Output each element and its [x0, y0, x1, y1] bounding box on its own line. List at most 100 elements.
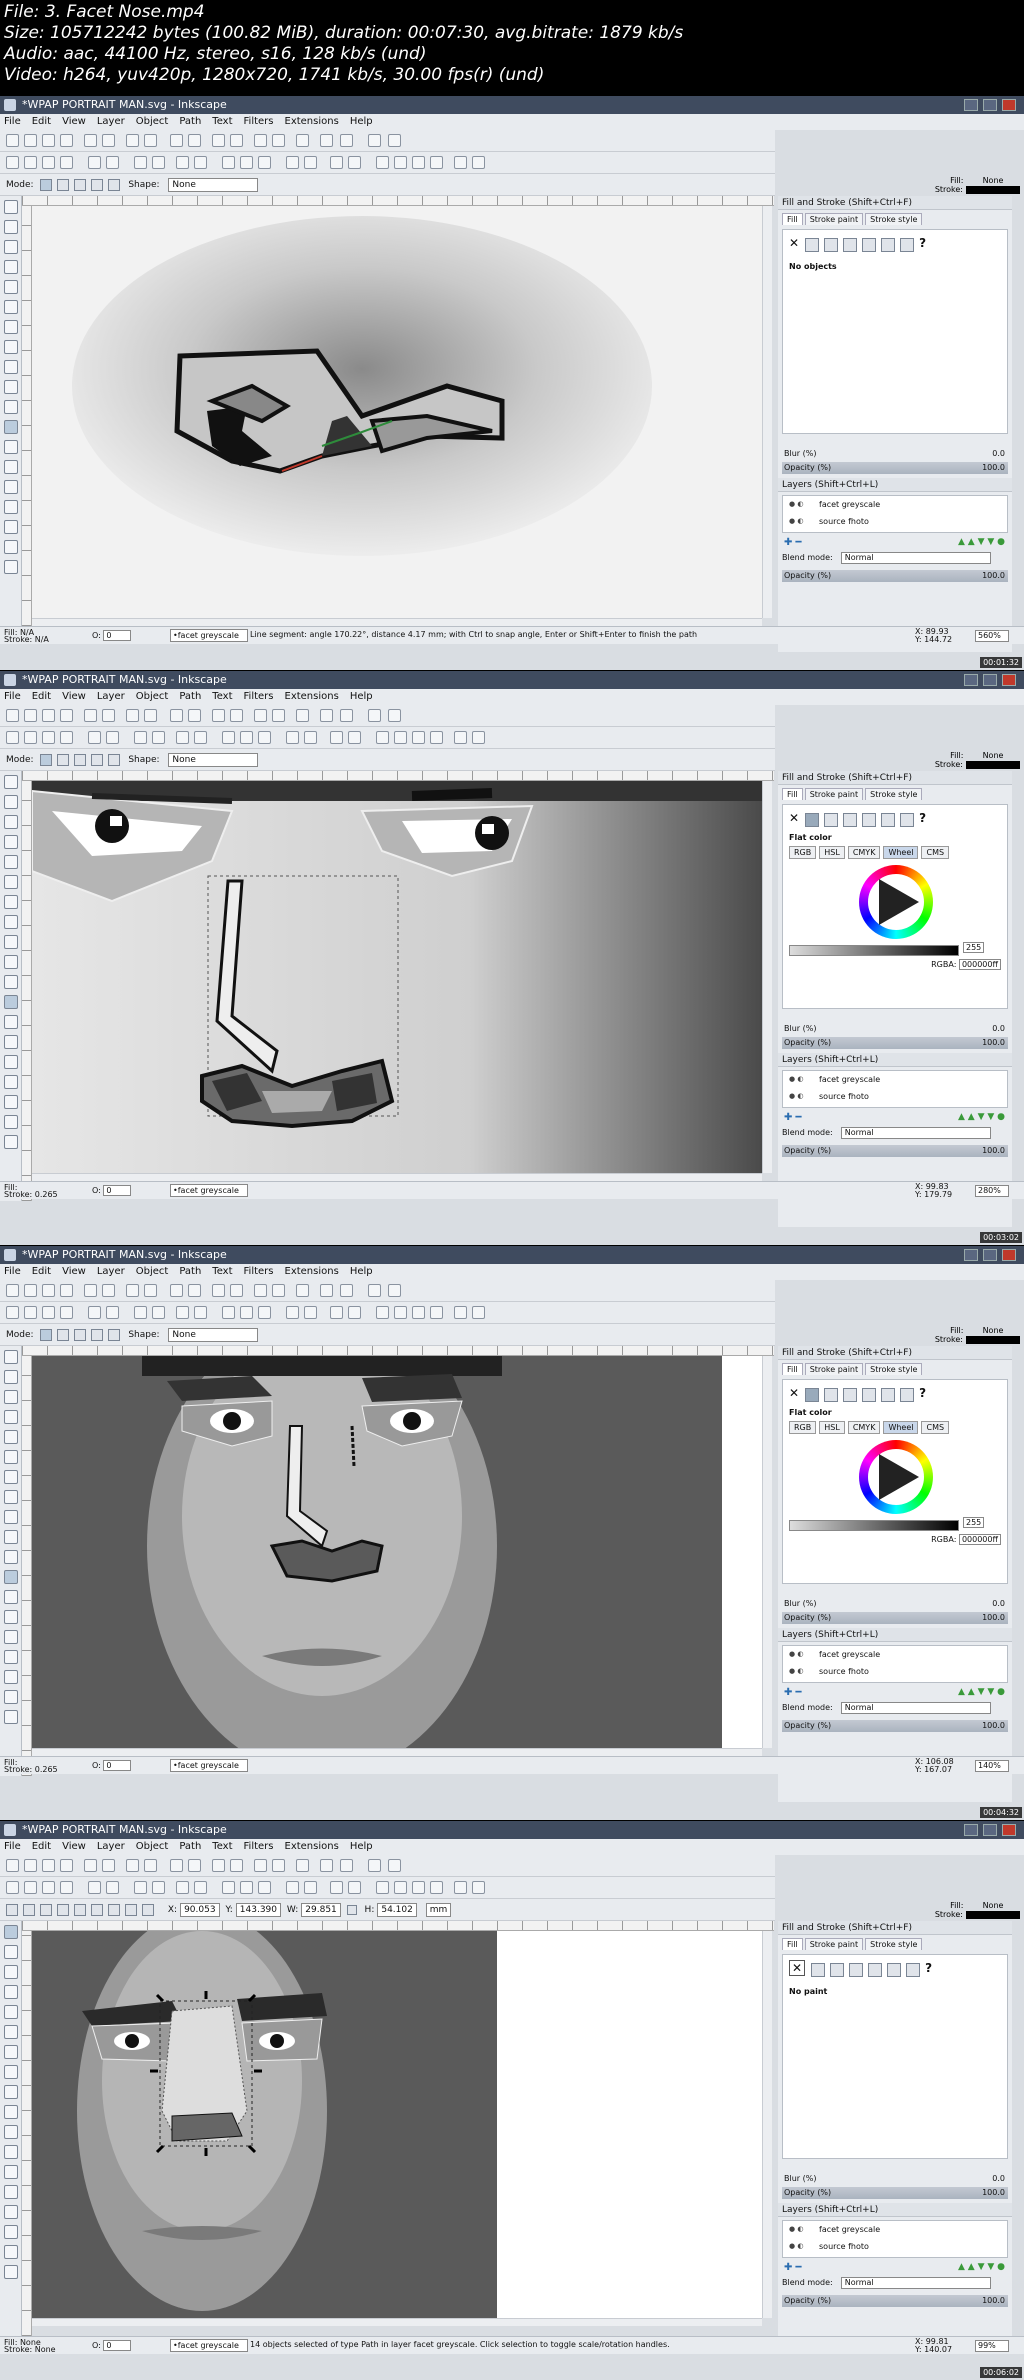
export-icon[interactable]	[106, 731, 119, 744]
spiro-mode-icon[interactable]	[57, 178, 70, 191]
import-icon[interactable]	[88, 156, 101, 169]
spiral-tool-icon[interactable]	[4, 380, 18, 394]
copy-icon[interactable]	[176, 1881, 189, 1894]
tab-stroke-paint[interactable]: Stroke paint	[804, 1363, 864, 1375]
text-tool-icon[interactable]	[4, 1610, 18, 1624]
duplicate-icon[interactable]	[286, 156, 299, 169]
pattern-icon[interactable]	[881, 1387, 896, 1402]
tool-icon[interactable]	[144, 1859, 157, 1872]
zoom-tool-icon[interactable]	[4, 835, 18, 849]
layer-row[interactable]: source fhoto	[783, 513, 1007, 530]
current-layer-select[interactable]: •facet greyscale	[170, 1184, 248, 1197]
menu-filters[interactable]: Filters	[244, 116, 274, 127]
export-icon[interactable]	[106, 156, 119, 169]
ungroup-icon[interactable]	[348, 731, 361, 744]
tool-icon[interactable]	[212, 134, 225, 147]
opacity-field[interactable]: O: 0	[92, 1760, 132, 1771]
bezier-mode-icon[interactable]	[40, 753, 53, 766]
text-icon[interactable]	[394, 1306, 407, 1319]
menu-help[interactable]: Help	[350, 691, 373, 702]
opacity-input[interactable]: 0	[103, 1185, 132, 1196]
color-wheel[interactable]	[859, 864, 933, 939]
zoom-tool-icon[interactable]	[4, 1410, 18, 1424]
ellipse-tool-icon[interactable]	[4, 1490, 18, 1504]
tool-icon[interactable]	[42, 134, 55, 147]
tweak-tool-icon[interactable]	[4, 1965, 18, 1979]
open-icon[interactable]	[24, 1306, 37, 1319]
blend-select[interactable]: Normal	[840, 1702, 991, 1714]
blur-slider[interactable]: Blur (%) 0.0	[782, 1023, 1008, 1035]
tool-icon[interactable]	[126, 1859, 139, 1872]
tweak-tool-icon[interactable]	[4, 240, 18, 254]
align-icon[interactable]	[454, 156, 467, 169]
opacity-slider[interactable]: Opacity (%) 100.0	[782, 2187, 1008, 2199]
rotate-cw-icon[interactable]	[74, 1903, 86, 1916]
menu-layer[interactable]: Layer	[97, 1841, 125, 1852]
vertical-scrollbar[interactable]	[762, 206, 772, 618]
flat-color-icon[interactable]	[805, 237, 820, 252]
menu-filters[interactable]: Filters	[244, 691, 274, 702]
tool-icon[interactable]	[272, 1284, 285, 1297]
tab-fill[interactable]: Fill	[782, 213, 803, 225]
bspline-mode-icon[interactable]	[74, 753, 87, 766]
tab-stroke-style[interactable]: Stroke style	[865, 788, 923, 800]
tab-stroke-paint[interactable]: Stroke paint	[804, 788, 864, 800]
zoom-icon[interactable]	[240, 731, 253, 744]
tab-stroke-paint[interactable]: Stroke paint	[804, 213, 864, 225]
swatch-icon[interactable]	[906, 1962, 921, 1977]
opacity-input[interactable]: 0	[103, 1760, 132, 1771]
shape-select[interactable]: None	[168, 752, 259, 767]
zoom-icon[interactable]	[240, 1306, 253, 1319]
open-icon[interactable]	[24, 1881, 37, 1894]
layer-opacity-slider[interactable]: Opacity (%) 100.0	[782, 1720, 1008, 1732]
tool-icon[interactable]	[60, 1859, 73, 1872]
menu-file[interactable]: File	[4, 116, 21, 127]
menu-layer[interactable]: Layer	[97, 691, 125, 702]
zoom-icon[interactable]	[258, 1306, 271, 1319]
clone-icon[interactable]	[304, 156, 317, 169]
text-icon[interactable]	[394, 156, 407, 169]
print-icon[interactable]	[60, 731, 73, 744]
tab-stroke-paint[interactable]: Stroke paint	[804, 1938, 864, 1950]
menu-filters[interactable]: Filters	[244, 1841, 274, 1852]
pattern-icon[interactable]	[881, 237, 896, 252]
tab-wheel[interactable]: Wheel	[883, 845, 919, 859]
ellipse-tool-icon[interactable]	[4, 2065, 18, 2079]
tool-icon[interactable]	[6, 1859, 19, 1872]
menu-object[interactable]: Object	[136, 1841, 169, 1852]
layers-icon[interactable]	[412, 1306, 425, 1319]
pencil-tool-icon[interactable]	[4, 2125, 18, 2139]
print-icon[interactable]	[60, 1306, 73, 1319]
star-tool-icon[interactable]	[4, 1510, 18, 1524]
measure-tool-icon[interactable]	[4, 1430, 18, 1444]
mesh-icon[interactable]	[862, 237, 877, 252]
import-icon[interactable]	[88, 731, 101, 744]
tool-icon[interactable]	[6, 709, 19, 722]
tab-rgb[interactable]: RGB	[789, 845, 817, 859]
dropper-tool-icon[interactable]	[4, 1710, 18, 1724]
undo-icon[interactable]	[134, 731, 147, 744]
copy-icon[interactable]	[176, 731, 189, 744]
add-layer-icon[interactable]: ✚ ━	[784, 2262, 802, 2273]
clone-icon[interactable]	[304, 1306, 317, 1319]
tool-icon[interactable]	[188, 134, 201, 147]
menu-object[interactable]: Object	[136, 1266, 169, 1277]
fill-stroke-icon[interactable]	[376, 1306, 389, 1319]
zigzag-mode-icon[interactable]	[91, 178, 104, 191]
menu-layer[interactable]: Layer	[97, 116, 125, 127]
zigzag-mode-icon[interactable]	[91, 753, 104, 766]
menu-help[interactable]: Help	[350, 1266, 373, 1277]
node-tool-icon[interactable]	[4, 220, 18, 234]
tool-icon[interactable]	[296, 1284, 309, 1297]
add-layer-icon[interactable]: ✚ ━	[784, 1687, 802, 1698]
no-paint-icon[interactable]: ✕	[789, 1386, 799, 1400]
horizontal-scrollbar[interactable]	[32, 618, 762, 626]
linear-gradient-icon[interactable]	[824, 237, 839, 252]
menu-text[interactable]: Text	[212, 691, 232, 702]
tab-hsl[interactable]: HSL	[819, 1420, 845, 1434]
tab-fill[interactable]: Fill	[782, 1363, 803, 1375]
tool-icon[interactable]	[340, 134, 353, 147]
rect-tool-icon[interactable]	[4, 300, 18, 314]
tool-icon[interactable]	[340, 1284, 353, 1297]
menu-extensions[interactable]: Extensions	[285, 1841, 339, 1852]
